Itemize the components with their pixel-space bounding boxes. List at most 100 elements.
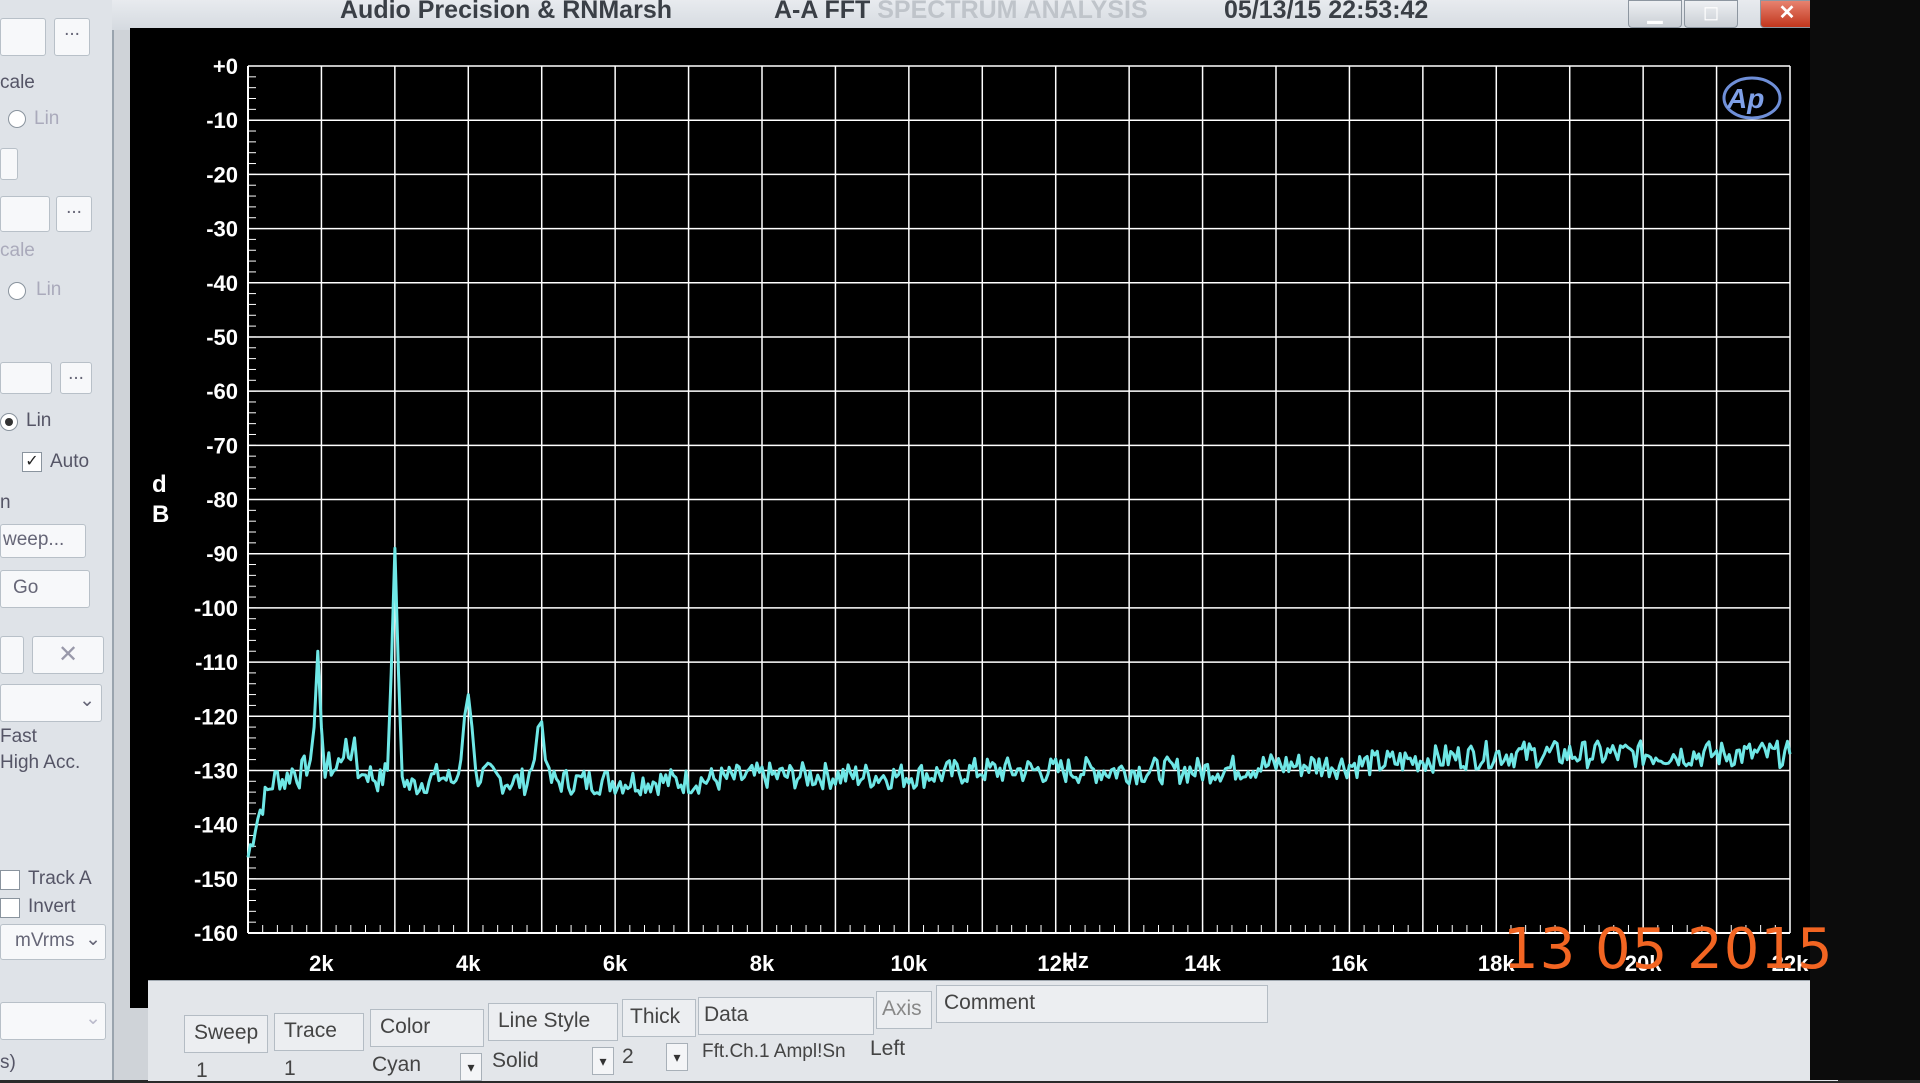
cell-sweep[interactable]: 1	[196, 1059, 208, 1083]
graph-title-bar: Audio Precision & RNMarsh A-A FFT SPECTR…	[112, 0, 1820, 30]
units-dropdown[interactable]: mVrms ⌄	[0, 924, 106, 960]
s-label: s)	[0, 1052, 16, 1073]
minimize-button[interactable]: ▁	[1628, 0, 1682, 28]
units-dropdown-value: mVrms	[15, 930, 75, 951]
lin-radio-1[interactable]	[8, 110, 26, 128]
mode-dropdown[interactable]: ⌄	[0, 684, 102, 722]
chart-grid	[247, 65, 1791, 934]
scale-label-1: cale	[0, 72, 35, 93]
track-a-label: Track A	[28, 868, 92, 889]
y-tick-label: -100	[194, 596, 238, 621]
close-button[interactable]: ✕	[1760, 0, 1814, 28]
left-control-panel: ... cale Lin ... cale Lin ... Lin ✓ Auto…	[0, 0, 114, 1080]
cell-data[interactable]: Fft.Ch.1 Ampl!Sn	[702, 1041, 846, 1063]
header-trace: Trace	[284, 1019, 337, 1042]
browse-button-2[interactable]: ...	[56, 196, 92, 232]
left-field-4[interactable]	[0, 362, 52, 394]
title-mid-text: A-A FFT	[774, 0, 878, 24]
camera-date-stamp: 13 05 2015	[1503, 917, 1834, 982]
browse-button-1[interactable]: ...	[54, 18, 90, 56]
x-tick-label: 4k	[456, 951, 481, 976]
ap-logo: Ap	[1722, 76, 1782, 120]
maximize-button[interactable]: ◻	[1684, 0, 1738, 28]
scale-label-2: cale	[0, 240, 35, 261]
left-field-2[interactable]	[0, 148, 18, 180]
y-tick-label: -40	[206, 271, 238, 296]
y-tick-label: -50	[206, 325, 238, 350]
x-tick-label: 8k	[750, 951, 775, 976]
trace-line-ch1	[246, 546, 1792, 858]
cell-axis[interactable]: Left	[870, 1037, 905, 1061]
y-tick-label: +0	[213, 54, 238, 79]
lower-dropdown[interactable]: ⌄	[0, 1002, 106, 1040]
y-tick-label: -10	[206, 108, 238, 133]
cell-trace[interactable]: 1	[284, 1057, 296, 1081]
lin-radio-3[interactable]	[0, 413, 18, 431]
auto-label: Auto	[50, 451, 90, 472]
y-tick-label: -80	[206, 488, 238, 513]
x-tick-label: 6k	[603, 951, 628, 976]
header-data: Data	[704, 1003, 749, 1026]
header-axis: Axis	[882, 997, 922, 1020]
left-field-1[interactable]	[0, 18, 46, 56]
fast-option[interactable]: Fast	[0, 726, 37, 748]
browse-button-3[interactable]: ...	[60, 362, 92, 394]
auto-checkbox[interactable]: ✓	[22, 452, 42, 472]
title-mid: A-A FFT SPECTRUM ANALYSIS	[774, 0, 1148, 25]
left-field-5[interactable]	[0, 636, 24, 674]
sweep-button-label: weep...	[3, 529, 65, 550]
y-axis-ticks: +0 -10 -20 -30 -40 -50 -60 -70 -80 -90 -100 -110 -12…	[194, 54, 238, 946]
color-dropdown-arrow[interactable]: ▾	[460, 1053, 482, 1081]
x-tick-label: 2k	[309, 951, 334, 976]
trace-settings-table: Sweep Trace Color Line Style Thick Data …	[148, 980, 1838, 1083]
track-a-checkbox[interactable]	[0, 870, 20, 890]
fft-graph-panel: +0 -10 -20 -30 -40 -50 -60 -70 -80 -90 -100 -110 -12…	[130, 28, 1820, 1008]
go-button-label: Go	[13, 577, 39, 598]
title-left: Audio Precision & RNMarsh	[340, 0, 672, 24]
ap-logo-text: Ap	[1726, 83, 1764, 114]
y-axis-label-d: d	[152, 471, 167, 498]
chevron-down-icon: ⌄	[79, 690, 95, 711]
y-tick-label: -70	[206, 433, 238, 458]
header-sweep: Sweep	[194, 1021, 259, 1044]
y-tick-label: -30	[206, 217, 238, 242]
y-tick-label: -150	[194, 867, 238, 892]
go-button[interactable]: Go	[0, 570, 90, 608]
chevron-down-icon: ⌄	[85, 1008, 101, 1029]
title-timestamp: 05/13/15 22:53:42	[1224, 0, 1429, 24]
y-tick-label: -140	[194, 813, 238, 838]
fft-chart: +0 -10 -20 -30 -40 -50 -60 -70 -80 -90 -100 -110 -12…	[152, 54, 1809, 976]
n-label: n	[0, 492, 11, 513]
y-tick-label: -90	[206, 542, 238, 567]
x-tick-label: 10k	[890, 951, 927, 976]
thick-dropdown-arrow[interactable]: ▾	[666, 1043, 688, 1071]
x-tick-label: 16k	[1331, 951, 1368, 976]
y-tick-label: -110	[195, 650, 238, 675]
left-field-3[interactable]	[0, 196, 50, 232]
lin-radio-2[interactable]	[8, 282, 26, 300]
line-style-dropdown-arrow[interactable]: ▾	[592, 1047, 614, 1075]
monitor-screen: ... cale Lin ... cale Lin ... Lin ✓ Auto…	[0, 0, 1920, 1083]
lin-label-3: Lin	[26, 410, 52, 431]
lin-label-2: Lin	[36, 279, 62, 300]
invert-checkbox[interactable]	[0, 898, 20, 918]
x-tick-label: 14k	[1184, 951, 1221, 976]
y-tick-label: -120	[194, 704, 238, 729]
cell-color[interactable]: Cyan	[372, 1053, 421, 1077]
cell-thick[interactable]: 2	[622, 1045, 634, 1069]
y-tick-label: -20	[206, 162, 238, 187]
sweep-button[interactable]: weep...	[0, 524, 86, 558]
header-thick: Thick	[630, 1005, 681, 1028]
y-tick-label: -160	[194, 921, 238, 946]
cell-line-style[interactable]: Solid	[492, 1049, 539, 1073]
title-faded: SPECTRUM ANALYSIS	[877, 0, 1148, 24]
chevron-down-icon: ⌄	[85, 929, 101, 950]
high-acc-option[interactable]: High Acc.	[0, 752, 80, 774]
y-tick-label: -130	[194, 758, 238, 783]
y-tick-label: -60	[206, 379, 238, 404]
clear-button[interactable]: ✕	[32, 636, 104, 674]
lin-label-1: Lin	[34, 108, 60, 129]
header-comment: Comment	[944, 991, 1036, 1014]
y-axis-label-b: B	[152, 501, 169, 528]
header-line-style: Line Style	[498, 1009, 591, 1032]
